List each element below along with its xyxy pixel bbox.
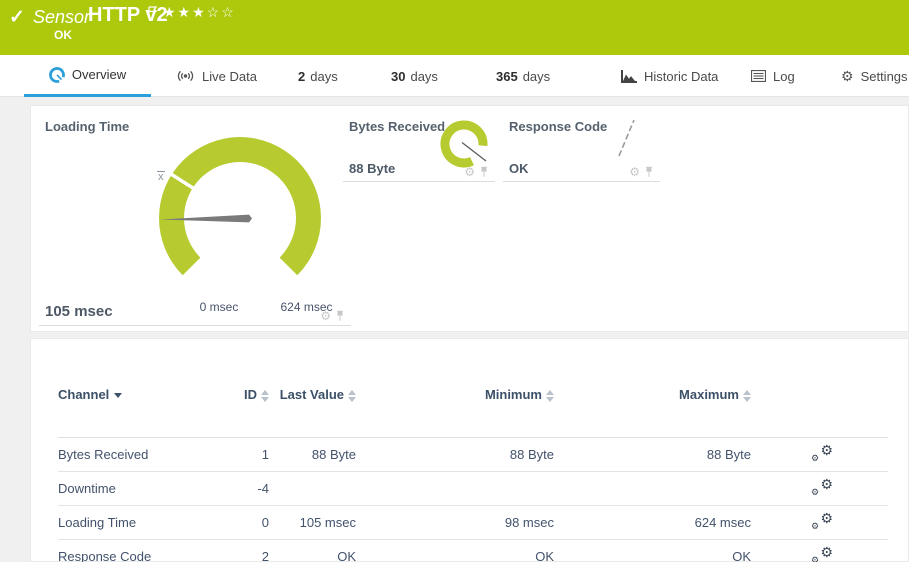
channel-maximum: 624 msec bbox=[554, 515, 751, 530]
settings-gear-icon: ⚙ bbox=[841, 69, 854, 83]
tab-label: Overview bbox=[72, 67, 126, 82]
tab-number: 30 bbox=[391, 69, 405, 84]
channels-table: Channel ID Last Value Minimum Maximum By… bbox=[58, 379, 888, 562]
channel-settings-gear-icon[interactable]: ⚙ bbox=[629, 166, 640, 178]
sort-icon bbox=[348, 390, 356, 402]
tab-live-data[interactable]: Live Data bbox=[176, 55, 257, 97]
tab-number: 365 bbox=[496, 69, 518, 84]
channel-last-value: OK bbox=[509, 161, 529, 176]
channel-id: -4 bbox=[208, 481, 269, 496]
table-row: Bytes Received 1 88 Byte 88 Byte 88 Byte… bbox=[58, 438, 888, 472]
channel-minimum: 98 msec bbox=[356, 515, 554, 530]
channel-name[interactable]: Loading Time bbox=[58, 515, 208, 530]
tab-label: days bbox=[410, 69, 437, 84]
tab-historic-data[interactable]: Historic Data bbox=[621, 55, 718, 97]
tab-30-days[interactable]: 30 days bbox=[391, 55, 438, 97]
pin-gauge-icon[interactable] bbox=[644, 166, 654, 178]
status-up-check-icon: ✓ bbox=[9, 6, 25, 29]
gauge-icon bbox=[49, 67, 65, 83]
panel-title: Bytes Received bbox=[349, 119, 445, 134]
sensor-status-badge: OK bbox=[54, 28, 72, 42]
sort-icon bbox=[743, 390, 751, 402]
gauge-scale-min: 0 msec bbox=[179, 300, 259, 314]
tab-label: Historic Data bbox=[644, 69, 718, 84]
channel-last-value: 88 Byte bbox=[269, 447, 356, 462]
edit-channel-gears-icon[interactable]: ⚙⚙ bbox=[811, 444, 833, 462]
pin-gauge-icon[interactable] bbox=[479, 166, 489, 178]
column-header-channel[interactable]: Channel bbox=[58, 387, 208, 402]
tab-number: 2 bbox=[298, 69, 305, 84]
sort-icon bbox=[546, 390, 554, 402]
channel-minimum: OK bbox=[356, 549, 554, 562]
channel-last-value: OK bbox=[269, 549, 356, 562]
edit-channel-gears-icon[interactable]: ⚙⚙ bbox=[811, 512, 833, 530]
average-marker: x bbox=[157, 171, 165, 183]
tab-settings[interactable]: ⚙ Settings bbox=[841, 55, 908, 97]
gauges-card: Loading Time x 0 msec 624 msec 105 msec … bbox=[30, 105, 909, 332]
tab-label: Log bbox=[773, 69, 795, 84]
live-signal-icon bbox=[176, 69, 195, 83]
channels-card: Channel ID Last Value Minimum Maximum By… bbox=[30, 338, 909, 562]
gauge-panel-bytes-received: Bytes Received 88 Byte ⚙ bbox=[343, 114, 495, 182]
tab-overview[interactable]: Overview bbox=[24, 55, 151, 97]
edit-channel-gears-icon[interactable]: ⚙⚙ bbox=[811, 546, 833, 562]
channel-name[interactable]: Downtime bbox=[58, 481, 208, 496]
channel-id: 1 bbox=[208, 447, 269, 462]
log-list-icon bbox=[751, 70, 766, 82]
channel-last-value: 88 Byte bbox=[349, 161, 395, 176]
channel-id: 0 bbox=[208, 515, 269, 530]
tab-label: days bbox=[523, 69, 550, 84]
channel-settings-gear-icon[interactable]: ⚙ bbox=[464, 166, 475, 178]
prtg-sensor-page: ✓ Sensor HTTP v2 ★★★☆☆ OK Overview Live … bbox=[0, 0, 909, 562]
bytes-received-gauge bbox=[436, 116, 492, 172]
edit-channel-gears-icon[interactable]: ⚙⚙ bbox=[811, 478, 833, 496]
sensor-header: ✓ Sensor HTTP v2 ★★★☆☆ OK bbox=[0, 0, 909, 55]
channel-maximum: 88 Byte bbox=[554, 447, 751, 462]
channel-settings-gear-icon[interactable]: ⚙ bbox=[320, 310, 331, 322]
gauge-needle bbox=[619, 120, 634, 156]
gauge-panel-response-code: Response Code OK ⚙ bbox=[503, 114, 660, 182]
tab-log[interactable]: Log bbox=[751, 55, 795, 97]
tab-365-days[interactable]: 365 days bbox=[496, 55, 550, 97]
channel-name[interactable]: Bytes Received bbox=[58, 447, 208, 462]
channel-name[interactable]: Response Code bbox=[58, 549, 208, 562]
tab-label: Settings bbox=[861, 69, 908, 84]
sort-icon bbox=[261, 390, 269, 402]
sort-desc-icon bbox=[114, 393, 122, 398]
response-code-gauge bbox=[611, 114, 651, 162]
tab-2-days[interactable]: 2 days bbox=[298, 55, 338, 97]
tab-label: days bbox=[310, 69, 337, 84]
column-header-minimum[interactable]: Minimum bbox=[356, 387, 554, 402]
table-header-row: Channel ID Last Value Minimum Maximum bbox=[58, 379, 888, 438]
column-header-id[interactable]: ID bbox=[208, 387, 269, 402]
table-row: Response Code 2 OK OK OK ⚙⚙ bbox=[58, 540, 888, 562]
channel-minimum: 88 Byte bbox=[356, 447, 554, 462]
panel-title: Response Code bbox=[509, 119, 607, 134]
historic-chart-icon bbox=[621, 70, 637, 83]
tab-bar: Overview Live Data 2 days 30 days 365 da… bbox=[0, 55, 909, 97]
channel-maximum: OK bbox=[554, 549, 751, 562]
channel-last-value: 105 msec bbox=[269, 515, 356, 530]
column-header-last-value[interactable]: Last Value bbox=[269, 387, 356, 402]
panel-title: Loading Time bbox=[45, 119, 129, 134]
priority-stars[interactable]: ★★★☆☆ bbox=[163, 4, 236, 21]
channel-last-value: 105 msec bbox=[45, 303, 113, 320]
table-row: Loading Time 0 105 msec 98 msec 624 msec… bbox=[58, 506, 888, 540]
pin-gauge-icon[interactable] bbox=[335, 310, 345, 322]
tab-label: Live Data bbox=[202, 69, 257, 84]
priority-flag-icon[interactable] bbox=[148, 5, 158, 23]
table-row: Downtime -4 ⚙⚙ bbox=[58, 472, 888, 506]
gauge-panel-loading-time: Loading Time x 0 msec 624 msec 105 msec … bbox=[39, 114, 351, 326]
loading-time-gauge bbox=[151, 126, 341, 301]
channel-id: 2 bbox=[208, 549, 269, 562]
column-header-maximum[interactable]: Maximum bbox=[554, 387, 751, 402]
sensor-type-label: Sensor bbox=[33, 7, 90, 28]
